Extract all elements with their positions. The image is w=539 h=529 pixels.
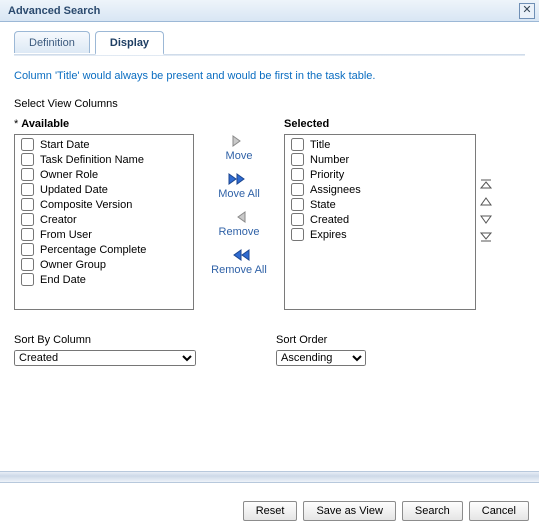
remove-left-icon[interactable] [194, 210, 284, 224]
move-all-right-icon[interactable] [194, 172, 284, 186]
available-label: Start Date [40, 139, 90, 151]
selected-label: Assignees [310, 184, 361, 196]
sort-order-group: Sort Order Ascending [276, 334, 366, 366]
selected-item[interactable]: Number [287, 152, 473, 167]
available-label: Composite Version [40, 199, 132, 211]
available-checkbox[interactable] [21, 228, 34, 241]
available-label: Task Definition Name [40, 154, 144, 166]
search-button[interactable]: Search [402, 501, 463, 521]
available-checkbox[interactable] [21, 168, 34, 181]
selected-label: Expires [310, 229, 347, 241]
move-down-icon[interactable] [479, 214, 493, 227]
available-item[interactable]: Task Definition Name [17, 152, 191, 167]
transfer-controls: Move Move All Remove Remove All [194, 118, 284, 286]
footer-divider [0, 471, 539, 483]
remove-button[interactable]: Remove [194, 226, 284, 238]
footer-buttons: Reset Save as View Search Cancel [0, 493, 539, 529]
available-item[interactable]: Start Date [17, 137, 191, 152]
sort-order-label: Sort Order [276, 334, 366, 346]
selected-checkbox[interactable] [291, 153, 304, 166]
available-checkbox[interactable] [21, 258, 34, 271]
available-item[interactable]: Owner Group [17, 257, 191, 272]
available-checkbox[interactable] [21, 153, 34, 166]
selected-item[interactable]: State [287, 197, 473, 212]
sort-order-select[interactable]: Ascending [276, 350, 366, 366]
selected-header: Selected [284, 118, 476, 130]
available-label: Updated Date [40, 184, 108, 196]
available-item[interactable]: Owner Role [17, 167, 191, 182]
available-checkbox[interactable] [21, 243, 34, 256]
available-label: End Date [40, 274, 86, 286]
remove-all-left-icon[interactable] [194, 248, 284, 262]
selected-item[interactable]: Priority [287, 167, 473, 182]
selected-item[interactable]: Created [287, 212, 473, 227]
select-view-columns-label: Select View Columns [14, 98, 525, 110]
move-right-icon[interactable] [194, 134, 284, 148]
selected-checkbox[interactable] [291, 228, 304, 241]
tab-display[interactable]: Display [95, 31, 164, 55]
hint-text: Column 'Title' would always be present a… [14, 70, 525, 82]
selected-label: Title [310, 139, 330, 151]
available-checkbox[interactable] [21, 183, 34, 196]
selected-label: Number [310, 154, 349, 166]
selected-item[interactable]: Title [287, 137, 473, 152]
remove-all-button[interactable]: Remove All [194, 264, 284, 276]
tab-strip: Definition Display [14, 30, 525, 56]
available-item[interactable]: Creator [17, 212, 191, 227]
sort-by-select[interactable]: Created [14, 350, 196, 366]
move-top-icon[interactable] [479, 178, 493, 193]
move-button[interactable]: Move [194, 150, 284, 162]
available-label: Percentage Complete [40, 244, 146, 256]
reorder-controls [476, 118, 496, 246]
window-title: Advanced Search [8, 5, 100, 17]
selected-checkbox[interactable] [291, 168, 304, 181]
available-checkbox[interactable] [21, 138, 34, 151]
sort-by-label: Sort By Column [14, 334, 196, 346]
available-checkbox[interactable] [21, 213, 34, 226]
reset-button[interactable]: Reset [243, 501, 298, 521]
selected-label: Created [310, 214, 349, 226]
available-item[interactable]: Updated Date [17, 182, 191, 197]
selected-label: State [310, 199, 336, 211]
available-label: Creator [40, 214, 77, 226]
available-item[interactable]: Percentage Complete [17, 242, 191, 257]
available-item[interactable]: Composite Version [17, 197, 191, 212]
selected-checkbox[interactable] [291, 183, 304, 196]
move-all-button[interactable]: Move All [194, 188, 284, 200]
close-icon[interactable]: ✕ [519, 3, 535, 19]
tab-definition[interactable]: Definition [14, 31, 90, 53]
titlebar: Advanced Search ✕ [0, 0, 539, 22]
available-label: Owner Role [40, 169, 98, 181]
cancel-button[interactable]: Cancel [469, 501, 529, 521]
available-listbox[interactable]: Start Date Task Definition Name Owner Role… [14, 134, 194, 310]
selected-item[interactable]: Expires [287, 227, 473, 242]
available-checkbox[interactable] [21, 198, 34, 211]
available-column: *Available Start Date Task Definition Nam… [14, 118, 194, 310]
selected-column: Selected Title Number Priority Assignees Sta… [284, 118, 476, 310]
move-bottom-icon[interactable] [479, 231, 493, 246]
available-label: Owner Group [40, 259, 106, 271]
sort-by-group: Sort By Column Created [14, 334, 196, 366]
available-item[interactable]: End Date [17, 272, 191, 287]
move-up-icon[interactable] [479, 197, 493, 210]
selected-label: Priority [310, 169, 344, 181]
selected-listbox[interactable]: Title Number Priority Assignees State Created… [284, 134, 476, 310]
available-item[interactable]: From User [17, 227, 191, 242]
available-header: *Available [14, 118, 194, 130]
save-as-view-button[interactable]: Save as View [303, 501, 395, 521]
selected-item[interactable]: Assignees [287, 182, 473, 197]
selected-checkbox[interactable] [291, 138, 304, 151]
selected-checkbox[interactable] [291, 213, 304, 226]
available-checkbox[interactable] [21, 273, 34, 286]
required-asterisk: * [14, 118, 18, 130]
selected-checkbox[interactable] [291, 198, 304, 211]
available-label: From User [40, 229, 92, 241]
